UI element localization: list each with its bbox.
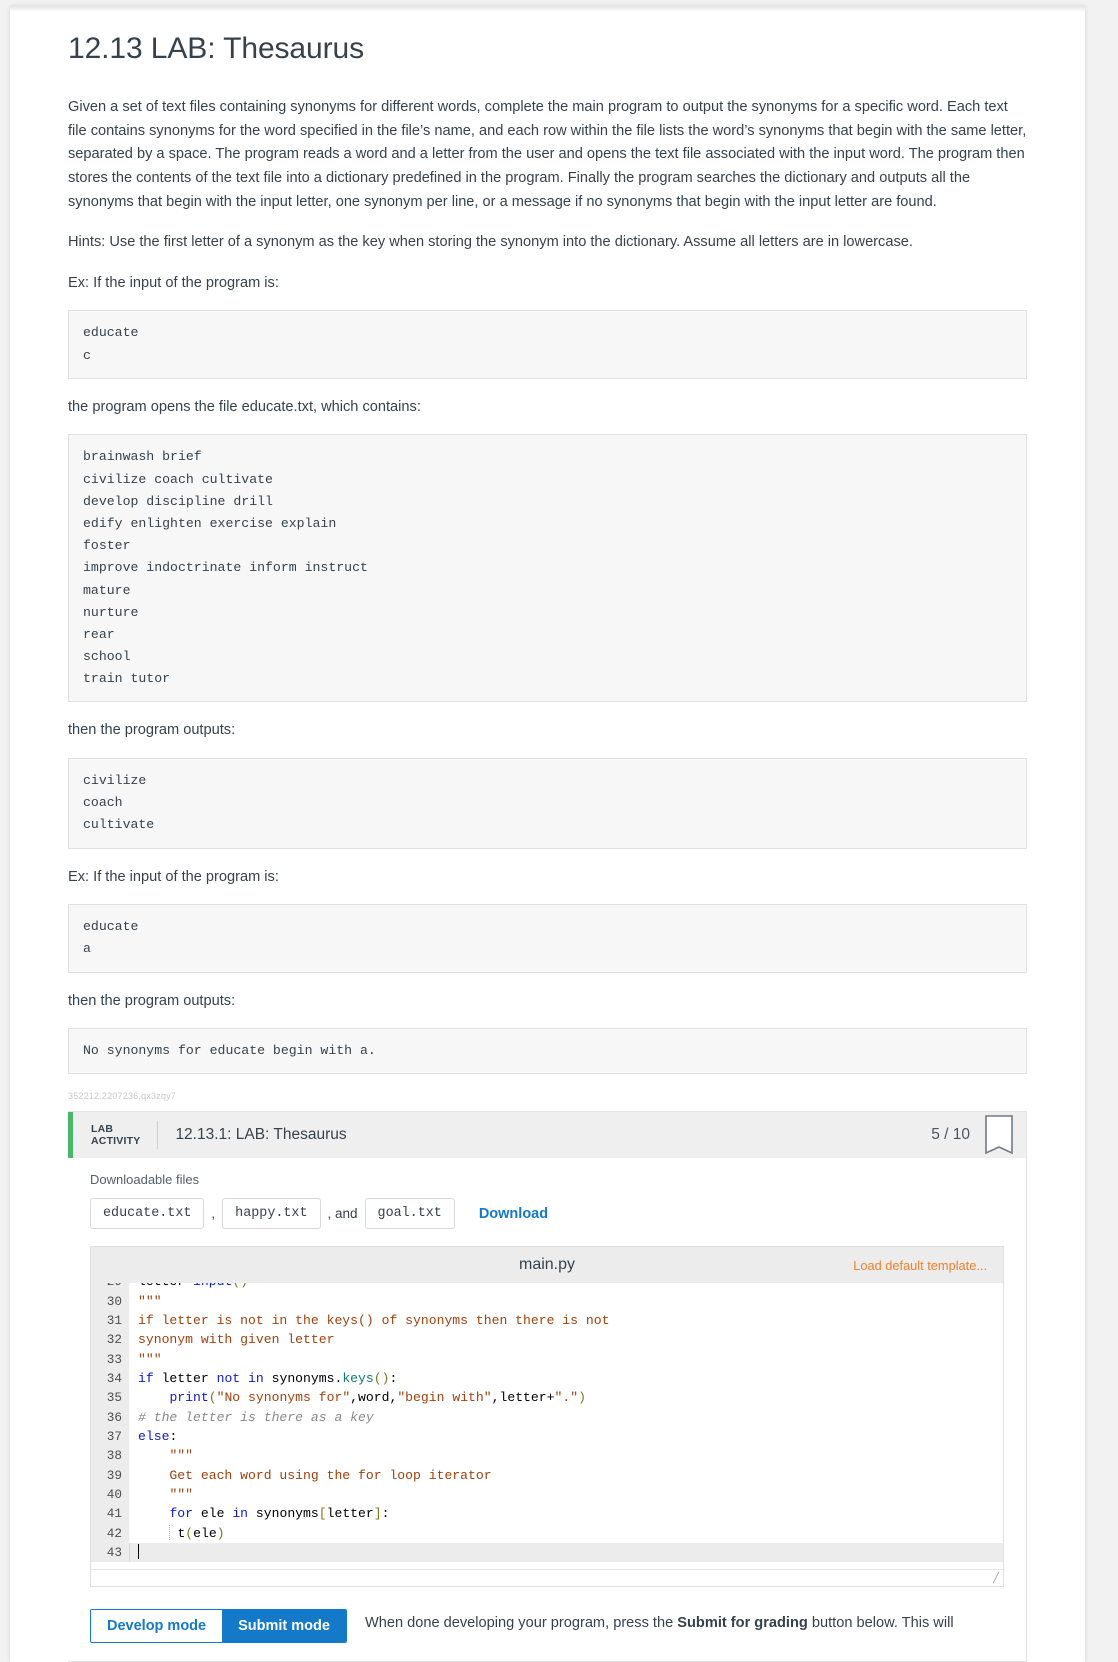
resize-handle-icon[interactable]: ╱ xyxy=(993,1574,999,1584)
develop-mode-button[interactable]: Develop mode xyxy=(91,1610,223,1643)
line-number: 29 xyxy=(91,1283,129,1292)
code-line-text: for ele in synonyms[letter]: xyxy=(129,1504,1003,1524)
page-card: 12.13 LAB: Thesaurus Given a set of text… xyxy=(10,6,1085,1662)
line-number: 40 xyxy=(91,1485,129,1505)
line-number: 43 xyxy=(91,1543,129,1563)
example2-input-caption: Ex: If the input of the program is: xyxy=(68,868,279,885)
line-number: 32 xyxy=(91,1330,129,1350)
code-line-text: t(ele) xyxy=(129,1523,1003,1544)
mode-bar: Develop mode Submit mode When done devel… xyxy=(90,1609,1004,1644)
code-line-text: Get each word using the for loop iterato… xyxy=(129,1465,1003,1486)
code-line-text: """ xyxy=(129,1446,1003,1466)
mode-toggle-group: Develop mode Submit mode xyxy=(90,1609,347,1644)
example1-file-caption: the program opens the file educate.txt, … xyxy=(68,398,421,415)
mode-note-bold: Submit for grading xyxy=(677,1615,808,1632)
lab-activity-header: LAB ACTIVITY 12.13.1: LAB: Thesaurus 5 /… xyxy=(68,1112,1026,1159)
mode-instruction-text: When done developing your program, press… xyxy=(365,1609,954,1635)
lab-activity-card: LAB ACTIVITY 12.13.1: LAB: Thesaurus 5 /… xyxy=(68,1111,1027,1662)
line-number: 34 xyxy=(91,1369,129,1389)
example1-input-caption: Ex: If the input of the program is: xyxy=(68,274,279,291)
code-line-text: else: xyxy=(129,1427,1003,1447)
code-line[interactable]: 38 """ xyxy=(91,1446,1003,1466)
example2-output-block: No synonyms for educate begin with a. xyxy=(68,1028,1027,1075)
code-line[interactable]: 37 else: xyxy=(91,1427,1003,1447)
line-number: 31 xyxy=(91,1311,129,1331)
code-line-text: """ xyxy=(129,1485,1003,1505)
code-editor-text-area[interactable]: 29letter=input()30"""31if letter is not … xyxy=(91,1283,1003,1570)
example2-input-block: educate a xyxy=(68,904,1027,973)
line-number: 42 xyxy=(91,1523,129,1544)
line-number: 37 xyxy=(91,1427,129,1447)
code-line[interactable]: 36 # the letter is there as a key xyxy=(91,1407,1003,1428)
page-content: 12.13 LAB: Thesaurus Given a set of text… xyxy=(10,6,1085,1662)
code-line[interactable]: 34 if letter not in synonyms.keys(): xyxy=(91,1369,1003,1389)
code-line[interactable]: 41 for ele in synonyms[letter]: xyxy=(91,1504,1003,1524)
page-title: 12.13 LAB: Thesaurus xyxy=(68,32,364,65)
code-line-text: synonym with given letter xyxy=(129,1330,1003,1350)
code-line-text: # the letter is there as a key xyxy=(129,1407,1003,1428)
example1-input-block: educate c xyxy=(68,310,1027,379)
description-paragraph-1: Given a set of text files containing syn… xyxy=(68,99,1027,210)
lab-activity-score: 5 / 10 xyxy=(931,1126,970,1144)
line-number: 38 xyxy=(91,1446,129,1466)
line-number: 39 xyxy=(91,1465,129,1486)
code-line[interactable]: 43 xyxy=(91,1543,1003,1563)
code-line-text: """ xyxy=(129,1349,1003,1370)
file-chip-educate[interactable]: educate.txt xyxy=(90,1198,205,1230)
example1-output-block: civilize coach cultivate xyxy=(68,758,1027,849)
lab-activity-badge: LAB ACTIVITY xyxy=(91,1122,141,1148)
code-editor-header: main.py Load default template... xyxy=(91,1247,1003,1284)
code-line-text: if letter not in synonyms.keys(): xyxy=(129,1369,1003,1389)
file-chip-happy[interactable]: happy.txt xyxy=(222,1198,321,1230)
editor-resize-bar[interactable]: ╱ xyxy=(91,1569,1003,1587)
load-default-template-link[interactable]: Load default template... xyxy=(853,1258,987,1273)
downloadable-files-label: Downloadable files xyxy=(90,1172,200,1188)
mode-note-suffix: button below. This will xyxy=(807,1615,954,1632)
code-line-text: print("No synonyms for",word,"begin with… xyxy=(129,1388,1003,1408)
lab-activity-body: Downloadable files educate.txt , happy.t… xyxy=(68,1158,1026,1661)
bookmark-ribbon-icon[interactable] xyxy=(984,1115,1014,1155)
example1-file-block: brainwash brief civilize coach cultivate… xyxy=(68,434,1027,703)
code-line[interactable]: 39 Get each word using the for loop iter… xyxy=(91,1465,1003,1486)
line-number: 30 xyxy=(91,1291,129,1311)
file-separator-and: , and xyxy=(327,1206,358,1222)
code-line-text: if letter is not in the keys() of synony… xyxy=(129,1311,1003,1331)
download-link[interactable]: Download xyxy=(479,1206,548,1222)
submit-mode-button[interactable]: Submit mode xyxy=(222,1610,346,1643)
code-line[interactable]: 32 synonym with given letter xyxy=(91,1330,1003,1350)
line-number: 41 xyxy=(91,1504,129,1524)
code-line[interactable]: 33 """ xyxy=(91,1349,1003,1370)
code-line[interactable]: 42 t(ele) xyxy=(91,1523,1003,1544)
top-strip xyxy=(10,6,1085,12)
code-line-text xyxy=(129,1543,1003,1563)
line-number: 35 xyxy=(91,1388,129,1408)
code-line[interactable]: 35 print("No synonyms for",word,"begin w… xyxy=(91,1388,1003,1408)
line-number: 33 xyxy=(91,1349,129,1370)
code-line[interactable]: 40 """ xyxy=(91,1485,1003,1505)
file-chip-goal[interactable]: goal.txt xyxy=(364,1198,455,1230)
code-line-text: """ xyxy=(129,1291,1003,1311)
mode-note-prefix: When done developing your program, press… xyxy=(364,1615,678,1632)
code-line-text: letter=input() xyxy=(129,1283,1003,1292)
description-paragraph-hints: Hints: Use the first letter of a synonym… xyxy=(68,234,913,251)
code-line[interactable]: 31 if letter is not in the keys() of syno… xyxy=(91,1311,1003,1331)
example2-output-caption: then the program outputs: xyxy=(68,992,236,1009)
code-editor: main.py Load default template... 29lette… xyxy=(90,1246,1004,1588)
example1-output-caption: then the program outputs: xyxy=(68,722,236,739)
file-separator-comma: , xyxy=(211,1206,216,1222)
activity-id: 352212.2207236.qx3zqy7 xyxy=(68,1091,176,1102)
downloadable-files-row: educate.txt , happy.txt , and goal.txt D… xyxy=(90,1198,1004,1230)
code-lines: 29letter=input()30"""31if letter is not … xyxy=(91,1283,1003,1563)
code-line[interactable]: 29letter=input() xyxy=(91,1283,1003,1292)
lab-activity-name: 12.13.1: LAB: Thesaurus xyxy=(175,1126,347,1144)
line-number: 36 xyxy=(91,1407,129,1428)
code-line[interactable]: 30 """ xyxy=(91,1291,1003,1311)
